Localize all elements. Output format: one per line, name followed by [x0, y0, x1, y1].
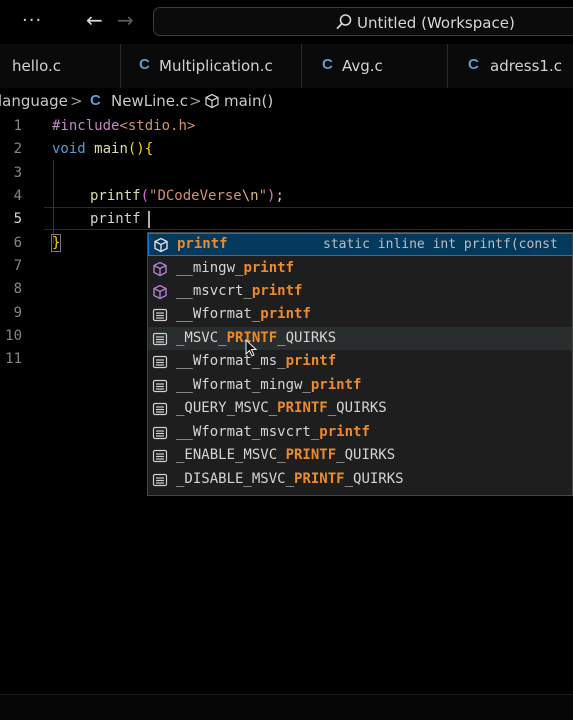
breadcrumb-symbol[interactable]: main(): [224, 92, 273, 110]
text-icon: [152, 308, 168, 322]
indent-guide: [53, 160, 54, 244]
c-file-icon: C: [90, 92, 101, 109]
suggestion-item[interactable]: __Wformat_mingw_printf: [148, 374, 572, 397]
text-icon: [152, 332, 168, 346]
more-menu-icon[interactable]: ···: [22, 10, 42, 31]
text-icon: [152, 473, 168, 487]
autocomplete-popup: printf static inline int printf(const __…: [147, 232, 573, 496]
breadcrumb-file[interactable]: NewLine.c: [111, 92, 188, 110]
function-name: main: [94, 141, 128, 157]
suggestion-label: __mingw_printf: [176, 260, 295, 276]
suggestion-item[interactable]: __mingw_printf: [148, 257, 572, 280]
semicolon: ;: [275, 188, 284, 204]
line-number: 1: [13, 118, 22, 134]
text-icon: [152, 379, 168, 393]
suggestion-item[interactable]: __msvcrt_printf: [148, 280, 572, 303]
parens: (): [127, 141, 145, 157]
line-number: 11: [5, 351, 22, 367]
keyword-void: void: [52, 141, 86, 157]
tab-multiplication-c[interactable]: C Multiplication.c: [121, 44, 302, 88]
include-header: <stdio.h>: [119, 118, 196, 134]
suggestion-label: _QUERY_MSVC_PRINTF_QUIRKS: [176, 400, 387, 416]
breadcrumb-folder[interactable]: language: [0, 92, 68, 110]
cube-purple-icon: [153, 261, 167, 277]
breadcrumb: language > C NewLine.c > main(): [0, 88, 573, 114]
line-number: 7: [13, 258, 22, 274]
line-number: 8: [13, 281, 22, 297]
printf-call: printf: [90, 188, 141, 204]
typed-text: printf: [90, 211, 141, 227]
line-number: 4: [13, 188, 22, 204]
chevron-right-icon: >: [70, 92, 83, 110]
suggestion-item[interactable]: printf static inline int printf(const: [148, 233, 572, 256]
escape-sequence: \n: [241, 188, 259, 204]
code-line-4: printf("DCodeVerse\n");: [90, 188, 284, 204]
line-number: 2: [13, 141, 22, 157]
line-number: 10: [5, 328, 22, 344]
line-number: 9: [13, 305, 22, 321]
suggestion-label: __Wformat_mingw_printf: [176, 377, 362, 393]
tab-label: Multiplication.c: [159, 57, 273, 75]
text-icon: [152, 426, 168, 440]
suggestion-item[interactable]: _MSVC_PRINTF_QUIRKS: [148, 327, 572, 350]
suggestion-label: __msvcrt_printf: [176, 283, 303, 299]
include-directive: #include: [52, 118, 120, 134]
string-end: ": [258, 188, 268, 204]
forward-arrow-icon[interactable]: →: [117, 8, 134, 32]
suggestion-label: printf: [177, 236, 228, 252]
c-file-icon: C: [139, 56, 150, 73]
suggestion-label: _ENABLE_MSVC_PRINTF_QUIRKS: [176, 447, 396, 463]
code-line-6: }: [50, 234, 62, 252]
suggestion-label: _DISABLE_MSVC_PRINTF_QUIRKS: [176, 471, 404, 487]
text-icon: [152, 355, 168, 369]
search-icon: [336, 14, 352, 30]
tab-label: adress1.c: [490, 57, 562, 75]
text-icon: [152, 402, 168, 416]
suggestion-label: __Wformat_msvcrt_printf: [176, 424, 370, 440]
suggestion-item[interactable]: __Wformat_printf: [148, 303, 572, 326]
suggestion-item[interactable]: _DISABLE_MSVC_PRINTF_QUIRKS: [148, 468, 572, 491]
suggestion-label: __Wformat_printf: [176, 306, 311, 322]
command-center-search[interactable]: Untitled (Workspace): [153, 7, 573, 36]
text-icon: [152, 449, 168, 463]
code-line-1: #include<stdio.h>: [52, 118, 195, 134]
tab-label: hello.c: [12, 57, 61, 75]
suggestion-item[interactable]: _QUERY_MSVC_PRINTF_QUIRKS: [148, 397, 572, 420]
bottom-strip: [0, 694, 573, 720]
suggestion-item[interactable]: __Wformat_msvcrt_printf: [148, 421, 572, 444]
line-number-active: 5: [13, 211, 22, 227]
code-line-5: printf: [90, 211, 141, 227]
suggestion-item[interactable]: __Wformat_ms_printf: [148, 350, 572, 373]
tab-label: Avg.c: [342, 57, 383, 75]
close-brace: }: [50, 234, 62, 252]
workspace-title: Untitled (Workspace): [357, 14, 515, 32]
chevron-right-icon: >: [189, 92, 202, 110]
line-number: 3: [13, 165, 22, 181]
suggestion-detail: static inline int printf(const: [323, 237, 558, 252]
c-file-icon: C: [322, 56, 333, 73]
cube-icon: [154, 237, 168, 253]
tab-hello-c[interactable]: hello.c: [0, 44, 121, 88]
cube-purple-icon: [153, 284, 167, 300]
suggestion-item[interactable]: _ENABLE_MSVC_PRINTF_QUIRKS: [148, 444, 572, 467]
back-arrow-icon[interactable]: ←: [86, 8, 103, 32]
method-cube-icon: [205, 93, 219, 109]
tab-adress1-c[interactable]: C adress1.c: [448, 44, 573, 88]
title-bar: ··· ← → Untitled (Workspace): [0, 0, 573, 44]
c-file-icon: C: [468, 56, 479, 73]
editor-tabs: hello.c C Multiplication.c C Avg.c C adr…: [0, 44, 573, 88]
open-brace: {: [144, 141, 154, 157]
text-cursor: [148, 211, 150, 228]
string-literal: "DCodeVerse: [149, 188, 242, 204]
open-paren: (: [140, 188, 150, 204]
line-number: 6: [13, 235, 22, 251]
mouse-pointer-icon: [245, 339, 257, 357]
tab-avg-c[interactable]: C Avg.c: [302, 44, 448, 88]
code-line-2: void main(){: [52, 141, 153, 157]
